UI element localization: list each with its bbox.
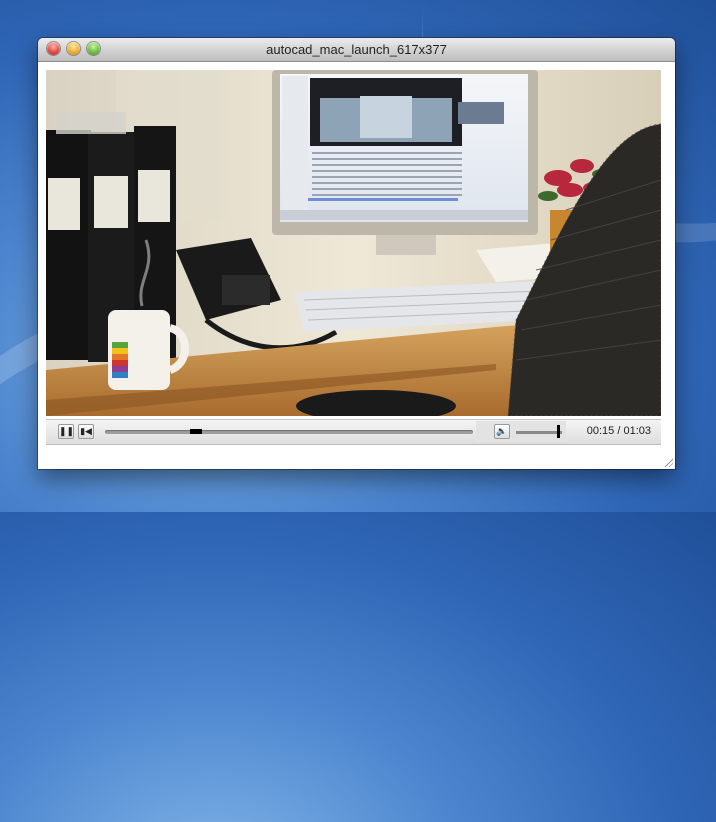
resize-grip-icon[interactable] [663,457,673,467]
seek-thumb[interactable] [190,429,202,434]
mute-button[interactable]: 🔈 [494,424,510,439]
skip-back-icon: ▮◀ [80,426,92,436]
pause-button[interactable]: ❚❚ [58,424,74,439]
seek-bar[interactable] [105,429,473,434]
volume-slider[interactable] [516,431,562,434]
video-still-office-desk [46,70,661,416]
time-display: 00:15 / 01:03 [586,425,651,437]
pause-icon: ❚❚ [59,426,75,436]
title-bar[interactable]: autocad_mac_launch_617x377 [38,38,675,62]
window-title: autocad_mac_launch_617x377 [266,42,447,57]
playback-controls: ❚❚ ▮◀ 🔈 00:15 / 01:03 [46,419,661,445]
speaker-icon: 🔈 [496,426,508,436]
player-window: autocad_mac_launch_617x377 ❚❚ ▮◀ 🔈 00:15… [38,38,675,469]
volume-thumb[interactable] [557,425,560,438]
restart-button[interactable]: ▮◀ [78,424,94,439]
video-frame[interactable] [46,70,661,416]
